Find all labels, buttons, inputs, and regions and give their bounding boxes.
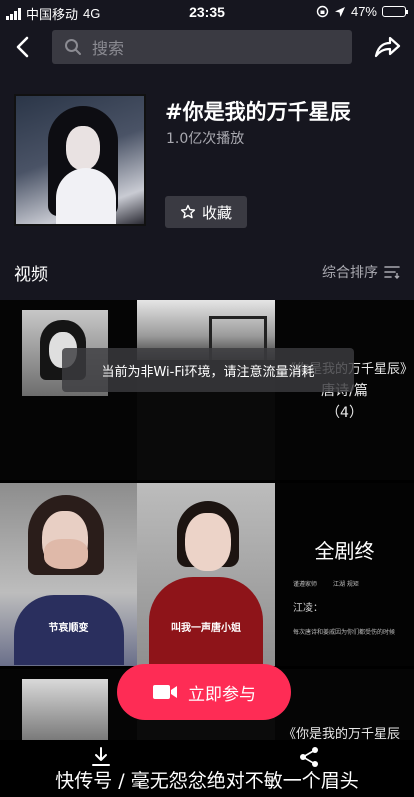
thumbnail-caption: 节哀顺变 — [48, 623, 89, 634]
thumbnail-caption: 叫我一声唐小姐 — [171, 623, 241, 634]
video-thumbnail-4[interactable]: 节哀顺变 — [0, 483, 137, 666]
status-right: 47% — [316, 4, 408, 19]
play-count: 1.0亿次播放 — [166, 131, 245, 147]
video-camera-icon — [153, 685, 177, 699]
favorite-label: 收藏 — [201, 203, 232, 222]
bottom-bar: 快传号 / 毫无怨忿绝对不敏一个眉头 — [0, 740, 414, 797]
battery-icon — [382, 6, 408, 17]
search-icon — [65, 39, 81, 55]
topic-cover-image — [14, 94, 146, 226]
topic-header: 搜索 #你是我的万千星辰 1.0亿次播放 收藏 视频 综合排序 — [0, 24, 414, 300]
favorite-button[interactable]: 收藏 — [165, 196, 247, 228]
star-icon — [180, 204, 196, 219]
figure-face — [185, 513, 231, 571]
search-placeholder: 搜索 — [92, 39, 125, 58]
share-icon[interactable] — [372, 32, 402, 62]
thumbnail-small-text: 谨遵家师 — [293, 581, 318, 588]
sort-icon — [384, 266, 400, 279]
video-thumbnail-5[interactable]: 叫我一声唐小姐 — [137, 483, 275, 666]
thumbnail-number: （4） — [326, 405, 363, 421]
thumbnail-name: 江凌： — [293, 603, 323, 614]
thumbnail-small-text: 江湖 规矩 — [333, 581, 359, 588]
download-icon[interactable] — [90, 746, 112, 768]
video-thumbnail-7[interactable] — [0, 669, 137, 740]
figure-hand — [44, 539, 88, 569]
videos-section-title: 视频 — [14, 265, 48, 285]
watermark-text: 快传号 / 毫无怨忿绝对不敏一个眉头 — [55, 770, 359, 792]
join-button[interactable]: 立即参与 — [117, 664, 291, 720]
video-thumbnail-6[interactable]: 全剧终 谨遵家师 江湖 规矩 江凌： 每次唐诗和姜戚因为你们都受伤的时候 — [275, 483, 414, 666]
thumbnail-body-text: 每次唐诗和姜戚因为你们都受伤的时候 — [293, 629, 396, 636]
sort-button[interactable]: 综合排序 — [322, 262, 400, 282]
battery-percent: 47% — [350, 4, 377, 19]
cover-figure-dress — [56, 168, 116, 224]
location-icon — [334, 6, 345, 17]
status-bar: 中国移动 4G 23:35 47% — [0, 0, 414, 24]
thumbnail-photo — [22, 679, 108, 740]
network-toast: 当前为非Wi-Fi环境，请注意流量消耗 — [62, 348, 354, 392]
topic-title: #你是我的万千星辰 — [165, 100, 351, 124]
search-input[interactable]: 搜索 — [52, 30, 352, 64]
sort-label: 综合排序 — [322, 265, 378, 281]
thumbnail-title: 《你是我的万千星辰 — [283, 727, 401, 740]
back-icon[interactable] — [10, 34, 36, 60]
thumbnail-title: 全剧终 — [314, 539, 375, 563]
share-network-icon[interactable] — [298, 746, 320, 768]
cover-figure-face — [66, 126, 100, 170]
video-thumbnail-9[interactable]: 《你是我的万千星辰 — [275, 669, 414, 740]
join-label: 立即参与 — [188, 684, 256, 705]
orientation-lock-icon — [316, 5, 329, 18]
